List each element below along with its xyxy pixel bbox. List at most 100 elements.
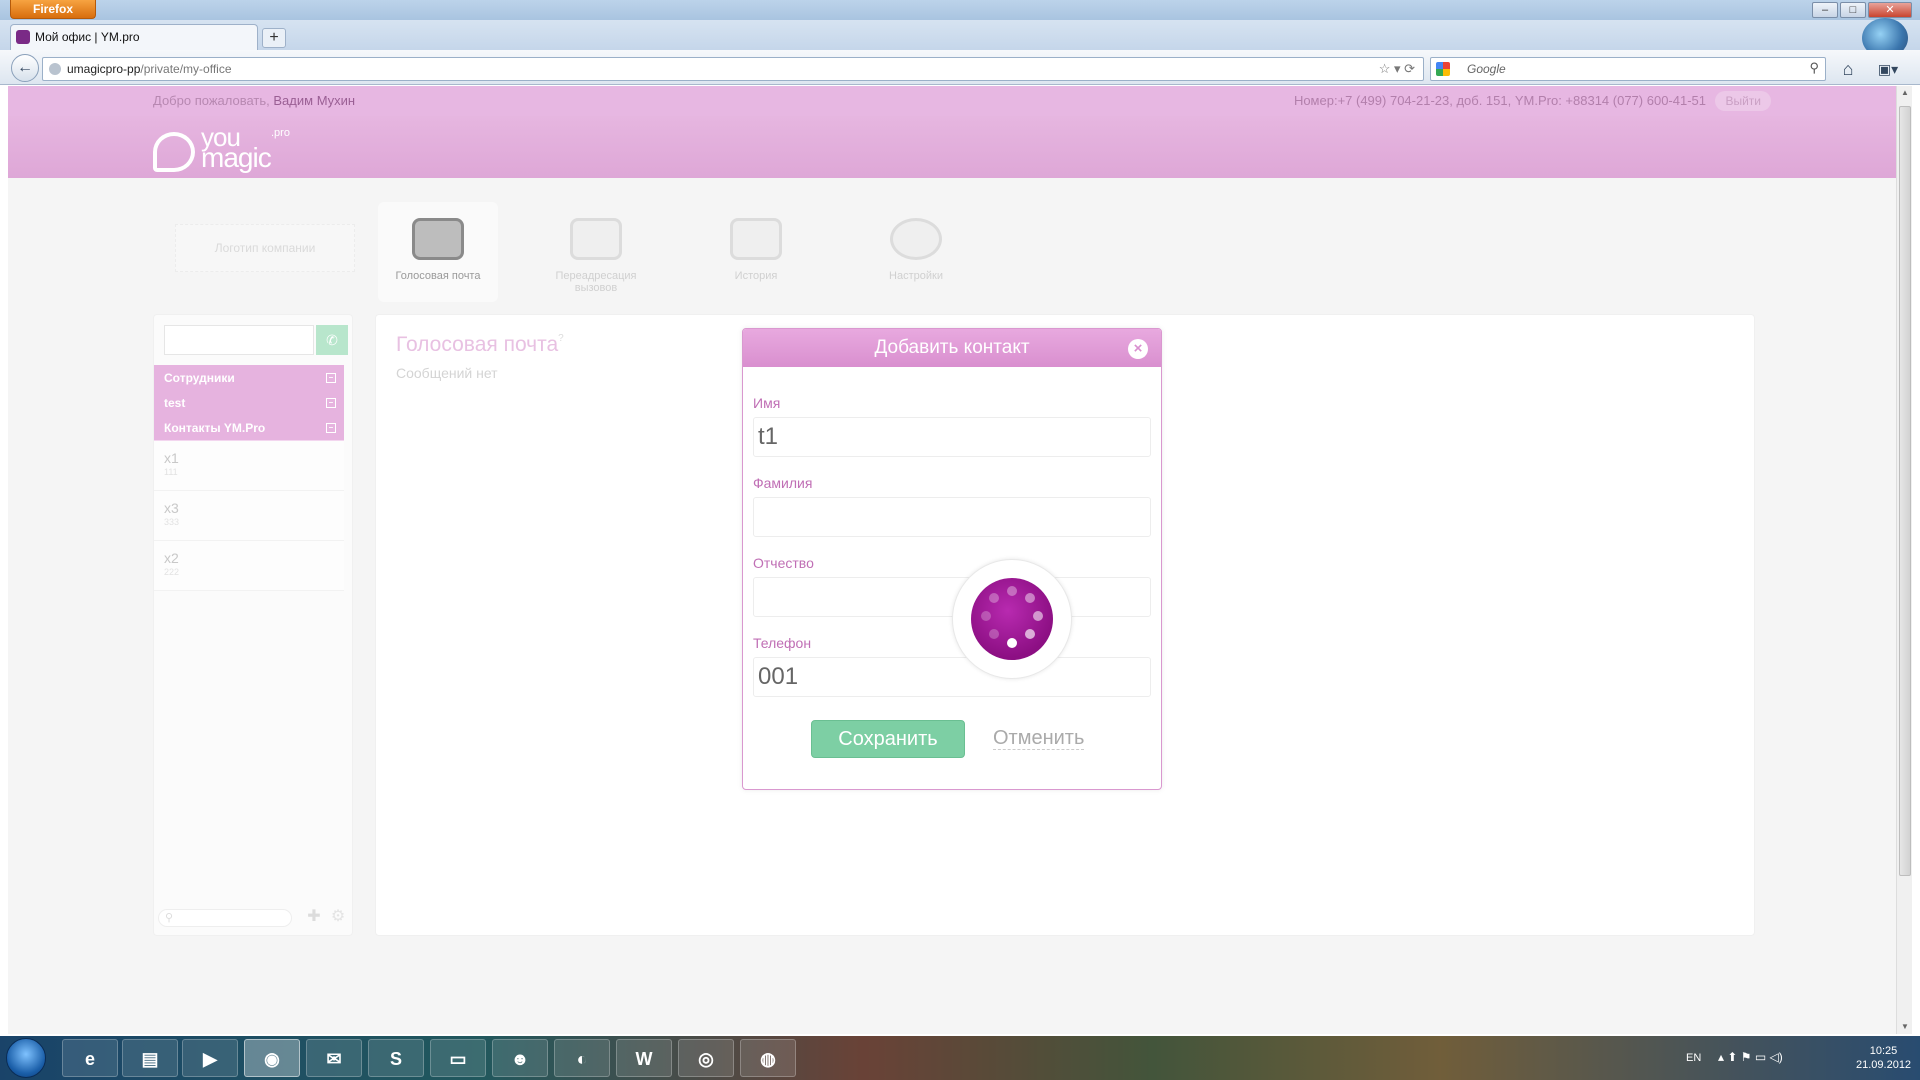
nav-voicemail[interactable]: Голосовая почта: [378, 202, 498, 302]
new-tab-button[interactable]: +: [262, 28, 286, 48]
spinner-icon: [971, 578, 1053, 660]
browser-tab[interactable]: Мой офис | YM.pro: [10, 24, 258, 50]
phone-input[interactable]: 001: [753, 657, 1151, 697]
user-info-bar: Добро пожаловать, Вадим Мухин Номер:+7 (…: [8, 86, 1896, 116]
page-scrollbar[interactable]: ▲ ▼: [1896, 86, 1912, 1034]
add-contact-dialog: Добавить контакт × Имя t1 Фамилия Отчест…: [742, 328, 1162, 790]
language-indicator[interactable]: EN: [1686, 1052, 1701, 1064]
gear-icon[interactable]: ⚙: [328, 907, 348, 927]
youmagic-logo[interactable]: YOU magic .pro: [153, 124, 293, 174]
group-label: Сотрудники: [164, 371, 235, 385]
collapse-icon[interactable]: –: [326, 423, 336, 433]
contact-item[interactable]: x1 111: [154, 441, 344, 491]
close-icon[interactable]: ×: [1128, 339, 1148, 359]
nav-voicemail-label: Голосовая почта: [395, 270, 481, 282]
user-name[interactable]: Вадим Мухин: [273, 93, 355, 108]
google-engine-icon[interactable]: [1436, 62, 1450, 76]
search-icon: ⚲: [165, 912, 174, 924]
first-name-input[interactable]: t1: [753, 417, 1151, 457]
contact-phone: 333: [164, 517, 180, 527]
taskbar-console-icon[interactable]: ▭: [430, 1039, 486, 1077]
phone-info: Номер:+7 (499) 704-21-23, доб. 151, YM.P…: [1293, 93, 1706, 108]
taskbar-alien-icon[interactable]: ☻: [492, 1039, 548, 1077]
contact-name: x3: [164, 500, 179, 516]
taskbar-finder-icon[interactable]: ◐: [554, 1039, 610, 1077]
call-button[interactable]: ✆: [316, 325, 348, 355]
contacts-panel: ✆ Сотрудники – test – Контакты YM.Pro – x1 …: [153, 314, 353, 936]
nav-history[interactable]: История: [696, 202, 816, 302]
call-forward-icon: [570, 218, 622, 260]
group-employees[interactable]: Сотрудники –: [154, 365, 344, 391]
scrollbar-thumb[interactable]: [1899, 106, 1911, 876]
company-logo-placeholder[interactable]: Логотип компании: [175, 224, 355, 272]
windows-taskbar: e ▤ ▶ ◉ ✉ S ▭ ☻ ◐ W ◎ ◍: [0, 1036, 1920, 1080]
taskbar-media-icon[interactable]: ▶: [182, 1039, 238, 1077]
window-title-bar: [0, 0, 1920, 20]
close-window-button[interactable]: ✕: [1868, 2, 1912, 18]
contact-item[interactable]: x2 222: [154, 541, 344, 591]
cancel-button[interactable]: Отменить: [993, 727, 1085, 750]
logout-button[interactable]: Выйти: [1715, 91, 1771, 111]
scroll-down-icon[interactable]: ▼: [1897, 1020, 1913, 1034]
collapse-icon[interactable]: –: [326, 373, 336, 383]
last-name-label: Фамилия: [753, 475, 813, 491]
dialog-title: Добавить контакт: [874, 337, 1030, 358]
logo-magic-text: magic: [201, 142, 272, 173]
search-magnifier-icon[interactable]: ⚲: [1809, 60, 1819, 76]
bird-logo-icon: [153, 132, 195, 172]
home-icon[interactable]: ⌂: [1836, 57, 1860, 81]
brand-bar: YOU magic .pro: [8, 116, 1896, 178]
history-icon: [730, 218, 782, 260]
url-text: umagicpro-pp/private/my-office: [67, 62, 232, 76]
taskbar-word-icon[interactable]: W: [616, 1039, 672, 1077]
taskbar-explorer-icon[interactable]: ▤: [122, 1039, 178, 1077]
add-contact-icon[interactable]: ✚: [304, 907, 324, 927]
group-label: test: [164, 396, 186, 410]
bookmark-star-icon[interactable]: ☆ ▾ ⟳: [1379, 58, 1415, 80]
page-title: Голосовая почта?: [396, 333, 564, 356]
logo-pro-text: .pro: [271, 127, 290, 139]
group-test[interactable]: test –: [154, 390, 344, 416]
taskbar-eclipse-icon[interactable]: ◍: [740, 1039, 796, 1077]
taskbar-os-icon[interactable]: ◎: [678, 1039, 734, 1077]
contact-item[interactable]: x3 333: [154, 491, 344, 541]
save-button[interactable]: Сохранить: [811, 720, 965, 758]
start-button[interactable]: [6, 1038, 46, 1078]
empty-state-text: Сообщений нет: [396, 365, 498, 381]
taskbar-mail-icon[interactable]: ✉: [306, 1039, 362, 1077]
dial-input[interactable]: [164, 325, 314, 355]
middle-name-label: Отчество: [753, 555, 814, 571]
maximize-button[interactable]: □: [1840, 2, 1866, 18]
taskbar-skype-icon[interactable]: S: [368, 1039, 424, 1077]
tab-strip: [0, 20, 1920, 50]
dialog-header: Добавить контакт ×: [743, 329, 1161, 367]
addon-bar-icon[interactable]: ▣▾: [1870, 57, 1906, 81]
firefox-menu-button[interactable]: Firefox: [10, 0, 96, 19]
contact-phone: 111: [164, 467, 178, 477]
welcome-text: Добро пожаловать, Вадим Мухин: [153, 93, 356, 108]
url-bar[interactable]: umagicpro-pp/private/my-office ☆ ▾ ⟳: [42, 57, 1424, 81]
nav-call-forward-label: Переадресация вызовов: [555, 270, 637, 294]
site-favicon-icon: [16, 30, 30, 44]
taskbar-firefox-icon[interactable]: ◉: [244, 1039, 300, 1077]
last-name-input[interactable]: [753, 497, 1151, 537]
back-button[interactable]: ←: [11, 54, 39, 82]
voicemail-icon: [412, 218, 464, 260]
nav-settings[interactable]: Настройки: [856, 202, 976, 302]
scroll-up-icon[interactable]: ▲: [1897, 86, 1913, 100]
clock[interactable]: 10:25 21.09.2012: [1856, 1044, 1911, 1072]
help-icon[interactable]: ?: [558, 333, 564, 344]
system-tray: EN ▴ ⬆ ⚑ ▭ ◁) 10:25 21.09.2012: [1670, 1036, 1920, 1080]
contacts-search-input[interactable]: ⚲: [158, 909, 292, 927]
site-identity-icon[interactable]: [49, 63, 61, 75]
first-name-label: Имя: [753, 395, 781, 411]
phone-icon: ✆: [326, 332, 338, 348]
nav-call-forward[interactable]: Переадресация вызовов: [536, 202, 656, 302]
search-bar[interactable]: Google ⚲: [1430, 57, 1826, 81]
collapse-icon[interactable]: –: [326, 398, 336, 408]
minimize-button[interactable]: –: [1812, 2, 1838, 18]
taskbar-ie-icon[interactable]: e: [62, 1039, 118, 1077]
tray-icons[interactable]: ▴ ⬆ ⚑ ▭ ◁): [1718, 1050, 1783, 1064]
group-ympro-contacts[interactable]: Контакты YM.Pro –: [154, 415, 344, 441]
contacts-scrollbar[interactable]: [346, 375, 352, 915]
